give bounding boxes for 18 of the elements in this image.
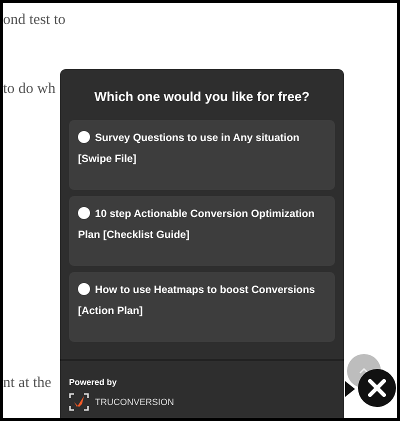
article-text: to do wh (3, 81, 56, 98)
option-label: 10 step Actionable Conversion Optimization Plan [Checklist Guide] (78, 206, 316, 243)
close-button[interactable] (358, 369, 396, 407)
brand-name: TRUCONVERSION (95, 397, 174, 407)
option-card[interactable]: 10 step Actionable Conversion Optimization Plan [Checklist Guide] (69, 196, 335, 266)
option-label: How to use Heatmaps to boost Conversions [Action Plan] (78, 282, 316, 319)
radio-button[interactable] (78, 207, 90, 219)
article-text: nt at the (3, 375, 52, 392)
logo-icon (69, 393, 89, 411)
pointer-icon (345, 381, 355, 397)
radio-button[interactable] (78, 283, 90, 295)
option-card[interactable]: How to use Heatmaps to boost Conversions [Action Plan] (69, 272, 335, 342)
powered-by-text: Powered by (69, 377, 118, 387)
article-text: ond test to (3, 12, 66, 29)
option-card[interactable]: Survey Questions to use in Any situation [Swipe File] (69, 120, 335, 190)
popup-title: Which one would you like for free? (93, 89, 311, 104)
radio-button[interactable] (78, 131, 90, 143)
option-label: Survey Questions to use in Any situation [Swipe File] (78, 130, 300, 167)
